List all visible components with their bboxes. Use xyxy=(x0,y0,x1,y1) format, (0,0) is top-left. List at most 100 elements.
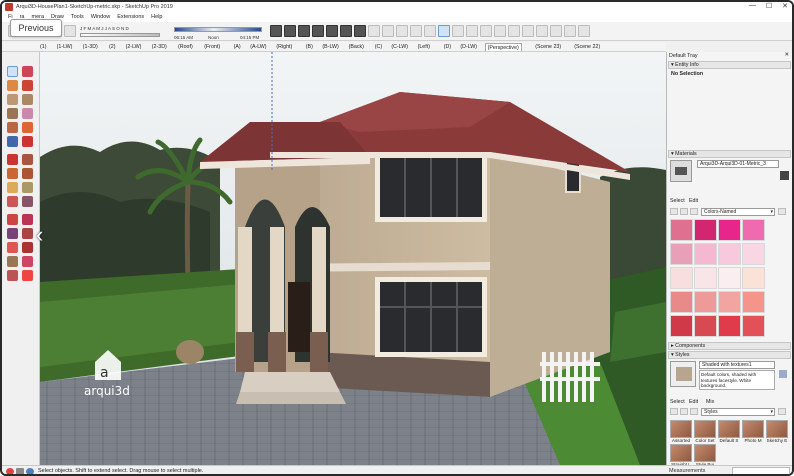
material-swatch[interactable] xyxy=(742,291,765,313)
material-swatch[interactable] xyxy=(670,315,693,337)
pie-icon[interactable] xyxy=(22,136,33,147)
circle-icon[interactable] xyxy=(22,108,33,119)
styles-back-icon[interactable] xyxy=(670,408,678,415)
rotate-icon[interactable] xyxy=(7,168,18,179)
styles-details-icon[interactable] xyxy=(778,408,786,415)
scene-tab[interactable]: (A) xyxy=(232,43,243,51)
material-swatch[interactable] xyxy=(742,315,765,337)
styles-forward-icon[interactable] xyxy=(680,408,688,415)
material-swatch[interactable] xyxy=(670,291,693,313)
tray-close-icon[interactable]: ✕ xyxy=(785,52,789,58)
eraser-icon[interactable] xyxy=(22,66,33,77)
styles-tab-select[interactable]: Select xyxy=(670,399,685,405)
materials-header[interactable]: ▾ Materials xyxy=(668,150,791,158)
styles-home-icon[interactable] xyxy=(690,408,698,415)
rectangle-icon[interactable] xyxy=(22,94,33,105)
3d-text-icon[interactable] xyxy=(508,25,520,37)
material-swatch[interactable] xyxy=(694,219,717,241)
scene-tab[interactable]: (Right) xyxy=(274,43,294,51)
scene-tab[interactable]: (Front) xyxy=(202,43,222,51)
freehand-icon[interactable] xyxy=(7,94,18,105)
scene-tab[interactable]: (2) xyxy=(107,43,117,51)
maximize-icon[interactable]: ☐ xyxy=(766,2,772,10)
create-material-icon[interactable] xyxy=(780,171,789,180)
materials-details-icon[interactable] xyxy=(778,208,786,215)
style-thumbnail[interactable] xyxy=(694,420,716,438)
material-swatch[interactable] xyxy=(718,219,741,241)
dimension-icon[interactable] xyxy=(466,25,478,37)
credits-icon[interactable] xyxy=(16,468,24,474)
axes-icon[interactable] xyxy=(7,228,18,239)
xray-icon[interactable] xyxy=(368,25,380,37)
right-view-icon[interactable] xyxy=(312,25,324,37)
text-icon[interactable] xyxy=(22,214,33,225)
geo-location-icon[interactable] xyxy=(6,468,14,474)
scene-tab[interactable]: (Scene 22) xyxy=(572,43,602,51)
materials-tab-edit[interactable]: Edit xyxy=(689,198,698,204)
measurements-field[interactable] xyxy=(732,467,790,474)
components-header[interactable]: ▸ Components xyxy=(668,342,791,350)
model-viewport[interactable]: a arqui3d xyxy=(40,52,666,465)
follow-me-icon[interactable] xyxy=(22,168,33,179)
material-swatch[interactable] xyxy=(670,243,693,265)
push-pull-icon[interactable] xyxy=(22,154,33,165)
top-view-icon[interactable] xyxy=(284,25,296,37)
orbit-icon[interactable] xyxy=(7,242,18,253)
material-swatch[interactable] xyxy=(718,267,741,289)
zoom-extents-icon[interactable] xyxy=(7,270,18,281)
offset-icon[interactable] xyxy=(22,182,33,193)
tape-measure-icon[interactable] xyxy=(7,196,18,207)
prev-slide-arrow[interactable]: ‹ xyxy=(36,220,46,250)
scene-tab[interactable]: (Roof) xyxy=(176,43,195,51)
scene-tab[interactable]: (1) xyxy=(38,43,48,51)
style-thumbnail[interactable] xyxy=(694,444,716,462)
front-view-icon[interactable] xyxy=(298,25,310,37)
scene-tab[interactable]: (1-3D) xyxy=(81,43,100,51)
zoom-icon[interactable] xyxy=(7,256,18,267)
minimize-icon[interactable]: — xyxy=(749,2,756,10)
menu-item-draw[interactable]: Tools xyxy=(71,14,84,20)
shaded-icon[interactable] xyxy=(424,25,436,37)
scenes-icon[interactable] xyxy=(578,25,590,37)
back-edges-icon[interactable] xyxy=(382,25,394,37)
line-icon[interactable] xyxy=(22,80,33,91)
previous-button[interactable]: Previous xyxy=(10,19,62,37)
material-swatch[interactable] xyxy=(718,315,741,337)
hidden-line-icon[interactable] xyxy=(410,25,422,37)
shaded-textures-icon[interactable] xyxy=(438,25,450,37)
material-swatch[interactable] xyxy=(694,267,717,289)
zoom-window-icon[interactable] xyxy=(22,256,33,267)
style-thumbnail[interactable] xyxy=(670,420,692,438)
material-swatch[interactable] xyxy=(694,291,717,313)
forward-icon[interactable] xyxy=(680,208,688,215)
instructor-icon[interactable] xyxy=(26,468,34,474)
scene-tab[interactable]: (Back) xyxy=(347,43,366,51)
styles-tab-mix[interactable]: Mix xyxy=(706,399,714,405)
scene-tab[interactable]: (D-LW) xyxy=(458,43,479,51)
scene-tab[interactable]: (Scene 23) xyxy=(533,43,563,51)
scale-icon[interactable] xyxy=(7,182,18,193)
scene-tab[interactable]: (1-LW) xyxy=(55,43,75,51)
left-view-icon[interactable] xyxy=(340,25,352,37)
back-icon[interactable] xyxy=(670,208,678,215)
layers-icon[interactable] xyxy=(564,25,576,37)
monochrome-icon[interactable] xyxy=(452,25,464,37)
iso-view-icon[interactable] xyxy=(270,25,282,37)
material-swatch[interactable] xyxy=(694,243,717,265)
style-description[interactable]: Default colors, shaded with textures fac… xyxy=(699,370,775,390)
material-swatch[interactable] xyxy=(742,243,765,265)
material-swatch[interactable] xyxy=(718,243,741,265)
style-thumbnail[interactable] xyxy=(766,420,788,438)
bottom-view-icon[interactable] xyxy=(354,25,366,37)
material-swatch[interactable] xyxy=(742,219,765,241)
axes-icon[interactable] xyxy=(494,25,506,37)
shadow-time-slider[interactable] xyxy=(174,27,262,32)
style-thumbnail[interactable] xyxy=(718,420,740,438)
styles-tab-edit[interactable]: Edit xyxy=(689,399,698,405)
scene-tab[interactable]: (A-LW) xyxy=(248,43,268,51)
move-icon[interactable] xyxy=(7,154,18,165)
rotated-rectangle-icon[interactable] xyxy=(7,108,18,119)
scene-tab[interactable]: (B-LW) xyxy=(320,43,340,51)
close-icon[interactable]: ✕ xyxy=(782,2,788,10)
text-icon[interactable] xyxy=(480,25,492,37)
